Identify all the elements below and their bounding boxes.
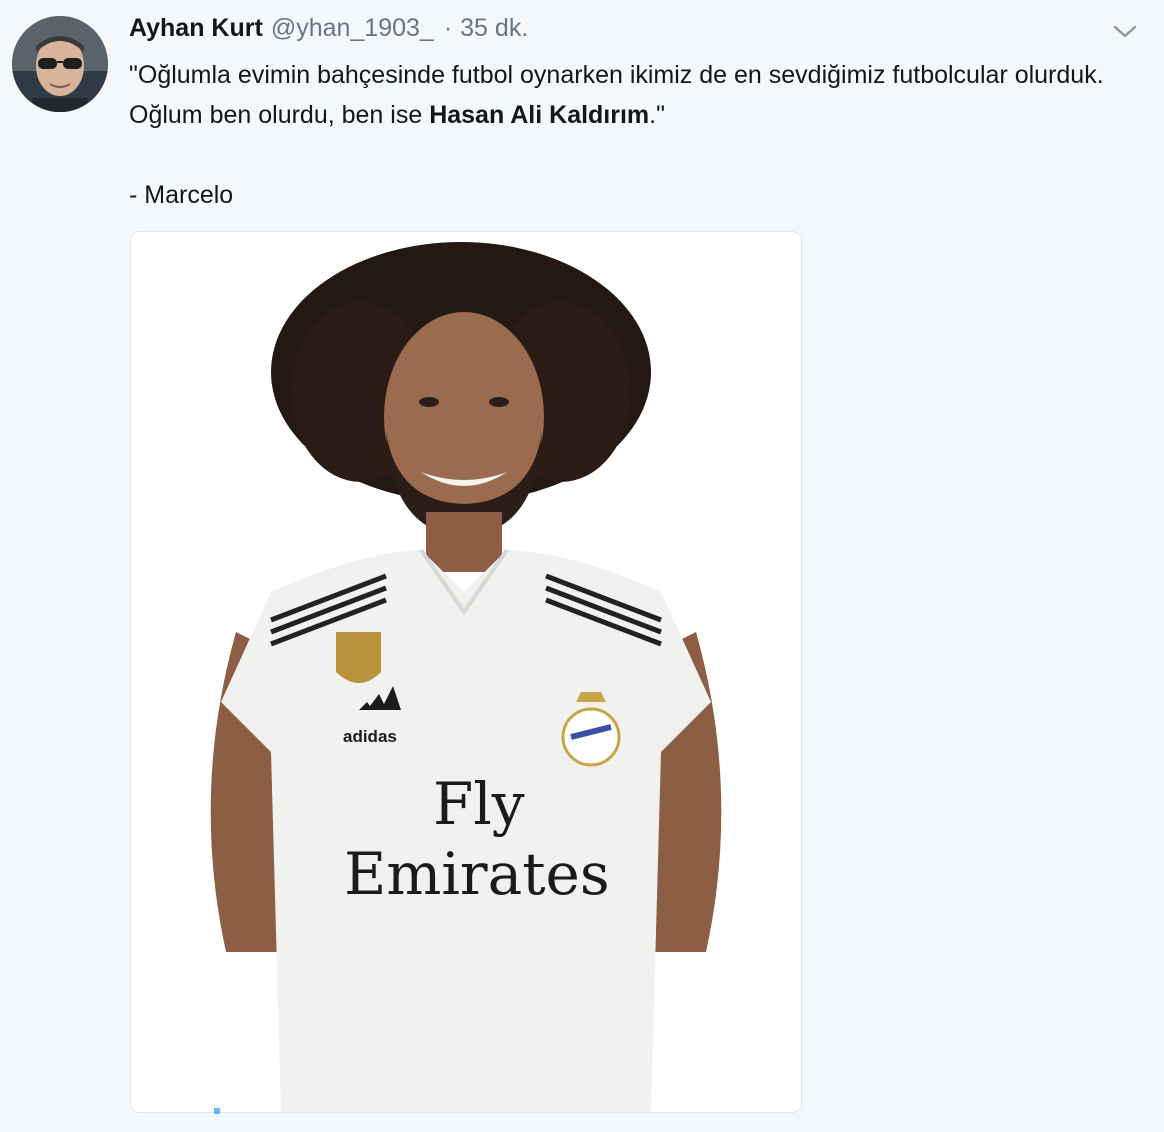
tweet: Ayhan Kurt @yhan_1903_ · 35 dk. "Oğlumla… bbox=[0, 0, 1164, 1132]
separator-dot: · bbox=[443, 14, 453, 42]
timestamp[interactable]: 35 dk. bbox=[460, 14, 528, 43]
author-name[interactable]: Ayhan Kurt bbox=[129, 14, 263, 43]
tweet-media-image[interactable]: adidas Fly Emirates bbox=[130, 231, 802, 1113]
sponsor-text-emirates: Emirates bbox=[344, 840, 610, 908]
jersey-brand-text: adidas bbox=[343, 727, 397, 746]
player-photo: adidas Fly Emirates bbox=[131, 232, 801, 1112]
avatar[interactable] bbox=[12, 16, 108, 112]
tweet-text: "Oğlumla evimin bahçesinde futbol oynark… bbox=[129, 55, 1139, 215]
loading-indicator bbox=[214, 1108, 220, 1114]
tweet-quote: "Oğlumla evimin bahçesinde futbol oynark… bbox=[129, 55, 1139, 135]
avatar-image bbox=[12, 16, 108, 112]
quote-end: ." bbox=[649, 101, 665, 129]
sponsor-text-fly: Fly bbox=[433, 770, 525, 838]
quote-bold-name: Hasan Ali Kaldırım bbox=[429, 101, 650, 129]
fifa-badge-icon bbox=[336, 632, 381, 683]
tweet-signature: - Marcelo bbox=[129, 181, 234, 209]
author-handle[interactable]: @yhan_1903_ bbox=[271, 14, 434, 43]
chevron-down-icon[interactable] bbox=[1110, 16, 1140, 46]
tweet-header: Ayhan Kurt @yhan_1903_ · 35 dk. bbox=[129, 14, 528, 50]
